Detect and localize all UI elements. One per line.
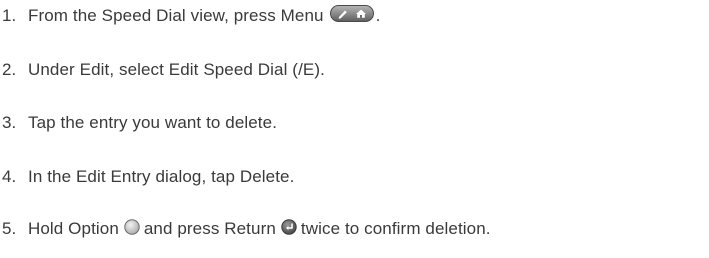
step-1: 1. From the Speed Dial view, press Menu … xyxy=(0,1,380,31)
step-text: Under Edit, select Edit Speed Dial (/E). xyxy=(28,60,325,79)
step-4: 4. In the Edit Entry dialog, tap Delete. xyxy=(0,162,294,192)
instruction-steps: 1. From the Speed Dial view, press Menu … xyxy=(0,0,709,258)
step-text-end: . xyxy=(375,6,381,25)
step-text: Hold Option xyxy=(28,219,119,238)
step-text: Tap the entry you want to delete. xyxy=(28,113,278,132)
step-number: 1. xyxy=(2,6,17,25)
step-2: 2. Under Edit, select Edit Speed Dial (/… xyxy=(0,55,325,85)
option-key-icon xyxy=(124,218,140,240)
step-number: 4. xyxy=(2,167,17,186)
menu-key-icon xyxy=(329,5,374,27)
step-text: In the Edit Entry dialog, tap Delete. xyxy=(28,167,295,186)
step-3: 3. Tap the entry you want to delete. xyxy=(0,108,277,138)
step-number: 3. xyxy=(2,113,17,132)
step-text: From the Speed Dial view, press Menu xyxy=(28,6,324,25)
step-text-end: twice to confirm deletion. xyxy=(300,219,491,238)
return-key-icon xyxy=(281,218,297,240)
step-text-middle: and press Return xyxy=(143,219,276,238)
step-5: 5. Hold Option and press Return twice to… xyxy=(0,214,491,244)
step-number: 2. xyxy=(2,60,17,79)
step-number: 5. xyxy=(2,219,17,238)
